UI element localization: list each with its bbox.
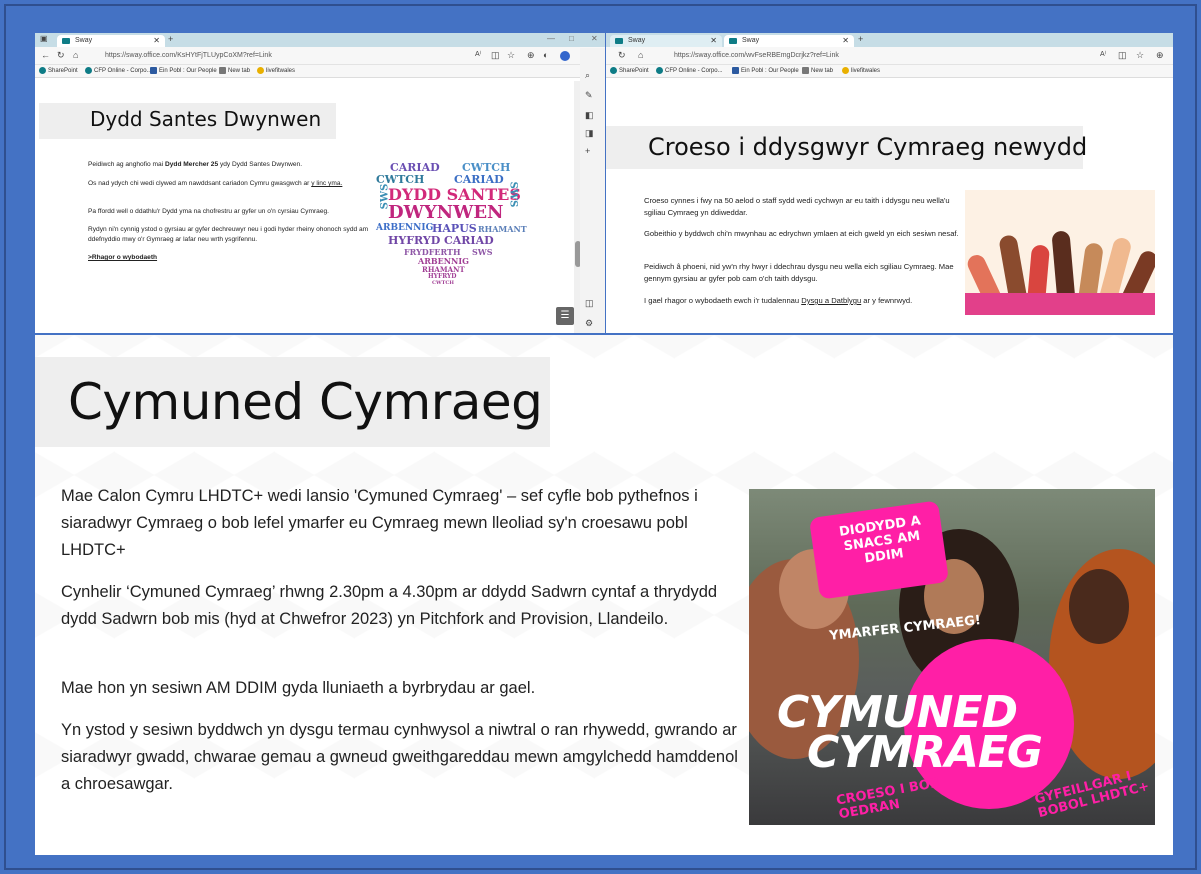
address-bar: ← ↻ ⌂ https://sway.office.com/KsHYtFjTLU… [35,47,605,65]
dysgu-link[interactable]: Dysgu a Datblygu [801,296,861,305]
close-tab-icon[interactable]: ✕ [710,35,717,47]
browser-window-1: ▣ Sway ✕ + — □ ✕ ← ↻ ⌂ https://sway.offi… [35,33,605,333]
close-window-icon[interactable]: ✕ [591,34,598,43]
office-icon[interactable]: ◧ [585,110,594,121]
settings-icon[interactable]: ⚙ [585,318,593,329]
search-icon[interactable]: ⌕ [585,70,590,81]
tag-icon[interactable]: ✎ [585,90,593,101]
url-field[interactable]: https://sway.office.com/wvFseRBEmgDcrjkz… [660,50,839,62]
split-screen-icon[interactable]: ◫ [1118,50,1127,61]
new-tab-icon[interactable]: + [168,34,173,44]
favorite-icon[interactable]: ☆ [1136,50,1144,61]
croeso-text: CROESO I BOB OEDRAN [835,775,941,823]
sway-favicon-icon [615,38,623,44]
new-tab-icon[interactable]: + [858,34,863,44]
sidebar-toggle-icon[interactable]: ◫ [585,298,594,309]
fav-cfp-online[interactable]: CFP Online - Corpo... [85,66,152,77]
collections-icon[interactable]: ⊕ [1156,50,1164,61]
minimize-icon[interactable]: — [547,34,555,43]
read-aloud-icon[interactable]: A⁾ [475,50,481,58]
navigation-icon[interactable]: ☰ [556,307,574,325]
tab-label: Sway [75,37,93,44]
tab-label: Sway [742,37,760,44]
word-heart-image: CARIAD CWTCH CWTCH CARIAD SWS DYDD SANTE… [376,161,527,286]
paragraph-1: Croeso cynnes i fwy na 50 aelod o staff … [644,196,950,217]
close-tab-icon[interactable]: ✕ [842,35,849,47]
tab-sway-1[interactable]: Sway ✕ [610,35,722,47]
address-bar: ↻ ⌂ https://sway.office.com/wvFseRBEmgDc… [606,47,1173,65]
close-tab-icon[interactable]: ✕ [153,35,160,47]
poster-title-line2: CYMRAEG [807,727,1043,778]
tab-sway[interactable]: Sway ✕ [57,35,165,47]
paragraph-3: Peidiwch â phoeni, nid yw'n rhy hwyr i d… [644,262,954,283]
maximize-icon[interactable]: □ [569,34,574,43]
paragraph-2: Gobeithio y byddwch chi'n mwynhau ac edr… [644,229,959,238]
url-field[interactable]: https://sway.office.com/KsHYtFjTLUypCoXM… [91,50,272,62]
paragraph-4: I gael rhagor o wybodaeth ewch i'r tudal… [644,296,913,305]
home-icon[interactable]: ⌂ [638,50,643,60]
fav-sharepoint[interactable]: SharePoint [39,66,78,77]
fav-ein-pobl[interactable]: Ein Pobl : Our People [732,66,799,77]
paragraph-3: Pa ffordd well o ddathlu'r Dydd yma na c… [88,208,329,215]
paragraph-3: Mae hon yn sesiwn AM DDIM gyda lluniaeth… [61,679,536,697]
paragraph-4: Yn ystod y sesiwn byddwch yn dysgu terma… [61,721,738,793]
page-title: Dydd Santes Dwynwen [90,107,322,131]
main-content: Cymuned Cymraeg Mae Calon Cymru LHDTC+ w… [35,335,1173,855]
window-menu-icon[interactable]: ▣ [40,34,48,43]
page-title: Croeso i ddysgwyr Cymraeg newydd [648,133,1088,161]
profile-avatar[interactable] [560,51,570,61]
paragraph-4: Rydyn ni'n cynnig ystod o gyrsiau ar gyf… [88,226,369,243]
favorite-icon[interactable]: ☆ [507,50,515,61]
tab-bar: ▣ Sway ✕ + — □ ✕ [35,33,605,47]
clapping-hands-image [965,190,1155,315]
fav-new-tab[interactable]: New tab [219,66,250,77]
browser-window-2: Sway ✕ Sway ✕ + ↻ ⌂ https://sway.office.… [606,33,1173,333]
cymuned-cymraeg-poster: DIODYDD A SNACS AM DDIM YMARFER CYMRAEG!… [749,489,1155,825]
sway-favicon-icon [729,38,737,44]
info-link[interactable]: y linc yma. [311,180,342,187]
fav-ein-pobl[interactable]: Ein Pobl : Our People [150,66,217,77]
tab-bar: Sway ✕ Sway ✕ + [606,33,1173,47]
favorites-bar: SharePoint CFP Online - Corpo... Ein Pob… [35,65,605,78]
fav-cfp-online[interactable]: CFP Online - Corpo... [656,66,723,77]
paragraph-1: Peidiwch ag anghofio mai Dydd Mercher 25… [88,161,303,168]
fav-livefitwales[interactable]: livefitwales [842,66,880,77]
refresh-icon[interactable]: ↻ [618,50,626,61]
fav-new-tab[interactable]: New tab [802,66,833,77]
refresh-icon[interactable]: ↻ [57,50,65,61]
paragraph-1: Mae Calon Cymru LHDTC+ wedi lansio 'Cymu… [61,487,698,559]
fav-livefitwales[interactable]: livefitwales [257,66,295,77]
collections-icon[interactable]: ⊕ [527,50,535,61]
extensions-icon[interactable]: ◐ [543,50,548,60]
back-icon[interactable]: ← [41,50,50,60]
read-aloud-icon[interactable]: A⁾ [1100,50,1106,58]
fav-sharepoint[interactable]: SharePoint [610,66,649,77]
home-icon[interactable]: ⌂ [73,50,78,60]
outlook-icon[interactable]: ◨ [585,128,594,139]
add-sidebar-icon[interactable]: + [585,146,590,156]
split-screen-icon[interactable]: ◫ [491,50,500,61]
favorites-bar: SharePoint CFP Online - Corpo... Ein Pob… [606,65,1173,78]
tab-sway-2[interactable]: Sway ✕ [724,35,854,47]
paragraph-2: Os nad ydych chi wedi clywed am nawddsan… [88,180,343,187]
more-info-link[interactable]: >Rhagor o wybodaeth [88,253,378,263]
paragraph-2: Cynhelir ‘Cymuned Cymraeg’ rhwng 2.30pm … [61,583,718,628]
sway-favicon-icon [62,38,70,44]
page-title: Cymuned Cymraeg [68,373,543,431]
tab-label: Sway [628,37,646,44]
